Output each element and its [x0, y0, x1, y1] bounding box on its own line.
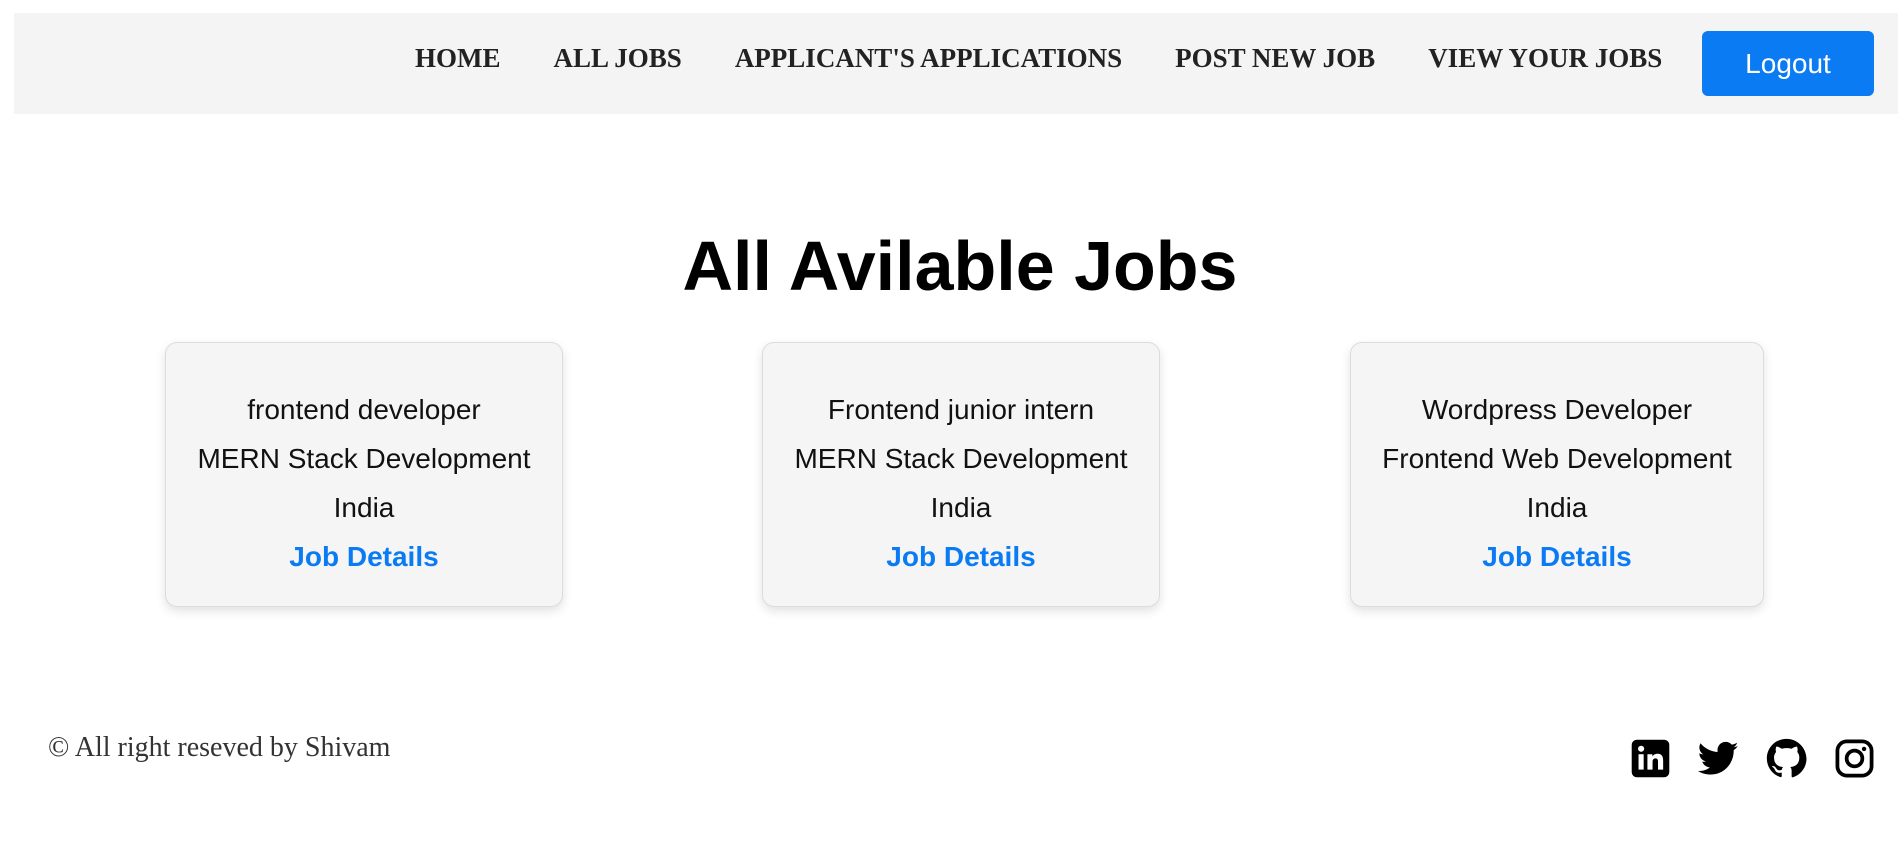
nav-home-link[interactable]: HOME [415, 43, 501, 74]
job-category: Frontend Web Development [1382, 443, 1732, 474]
instagram-icon[interactable] [1834, 738, 1875, 779]
job-details-link[interactable]: Job Details [1482, 541, 1631, 572]
job-location: India [333, 492, 395, 523]
nav-view-your-jobs-link[interactable]: VIEW YOUR JOBS [1428, 43, 1662, 74]
job-location: India [930, 492, 992, 523]
github-icon[interactable] [1766, 738, 1807, 779]
job-card: Frontend junior intern MERN Stack Develo… [762, 342, 1160, 607]
page-title: All Avilable Jobs [682, 227, 1238, 305]
job-card: frontend developer MERN Stack Developmen… [165, 342, 563, 607]
copyright-text: © All right reseved by Shivam [48, 732, 391, 763]
social-links [1630, 738, 1875, 779]
nav-links: HOME ALL JOBS APPLICANT'S APPLICATIONS P… [415, 43, 1662, 74]
linkedin-icon[interactable] [1630, 738, 1671, 779]
job-location: India [1526, 492, 1588, 523]
twitter-icon[interactable] [1698, 738, 1739, 779]
nav-all-jobs-link[interactable]: ALL JOBS [554, 43, 682, 74]
job-category: MERN Stack Development [197, 443, 531, 474]
nav-post-new-job-link[interactable]: POST NEW JOB [1175, 43, 1375, 74]
navbar: HOME ALL JOBS APPLICANT'S APPLICATIONS P… [14, 13, 1898, 114]
job-details-link[interactable]: Job Details [289, 541, 438, 572]
nav-applicants-applications-link[interactable]: APPLICANT'S APPLICATIONS [735, 43, 1122, 74]
job-title: frontend developer [247, 394, 481, 425]
job-details-link[interactable]: Job Details [886, 541, 1035, 572]
job-title: Wordpress Developer [1421, 394, 1693, 425]
job-card: Wordpress Developer Frontend Web Develop… [1350, 342, 1764, 607]
job-category: MERN Stack Development [794, 443, 1128, 474]
logout-button[interactable]: Logout [1702, 31, 1874, 96]
job-title: Frontend junior intern [827, 394, 1095, 425]
